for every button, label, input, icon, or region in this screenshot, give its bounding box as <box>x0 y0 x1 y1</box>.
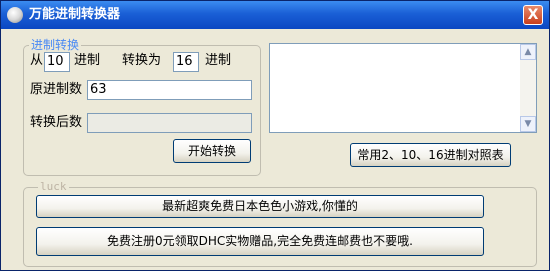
from-suffix-label: 进制 <box>74 53 101 68</box>
source-number-input[interactable]: 63 <box>87 80 252 100</box>
source-number-label: 原进制数 <box>30 82 83 97</box>
dhc-ad-button[interactable]: 免费注册0元领取DHC实物赠品,完全免费连邮费也不要哦. <box>36 227 484 256</box>
start-convert-button[interactable]: 开始转换 <box>173 139 251 163</box>
from-prefix-label: 从 <box>30 53 44 68</box>
reference-textarea[interactable]: ▲ ▼ <box>269 43 537 133</box>
luck-group-label: luck <box>38 180 69 193</box>
title-bar[interactable]: 万能进制转换器 X <box>1 1 549 29</box>
app-icon <box>7 7 23 23</box>
game-ad-button[interactable]: 最新超爽免费日本色色小游戏,你懂的 <box>36 195 484 218</box>
to-suffix-label: 进制 <box>205 53 232 68</box>
to-base-input[interactable]: 16 <box>173 52 199 72</box>
scroll-up-icon[interactable]: ▲ <box>520 44 536 60</box>
vertical-scrollbar[interactable]: ▲ ▼ <box>520 44 536 132</box>
from-base-input[interactable]: 10 <box>44 52 70 72</box>
window-title: 万能进制转换器 <box>29 7 121 22</box>
converter-group-label: 进制转换 <box>29 38 82 52</box>
result-number-label: 转换后数 <box>30 115 83 130</box>
to-prefix-label: 转换为 <box>122 53 162 68</box>
reference-table-button[interactable]: 常用2、10、16进制对照表 <box>350 143 511 167</box>
result-number-field <box>87 113 252 133</box>
close-button[interactable]: X <box>523 5 543 25</box>
scroll-down-icon[interactable]: ▼ <box>520 116 536 132</box>
main-window: 万能进制转换器 X 进制转换 从 10 进制 转换为 16 进制 原进制数 63… <box>0 0 550 271</box>
